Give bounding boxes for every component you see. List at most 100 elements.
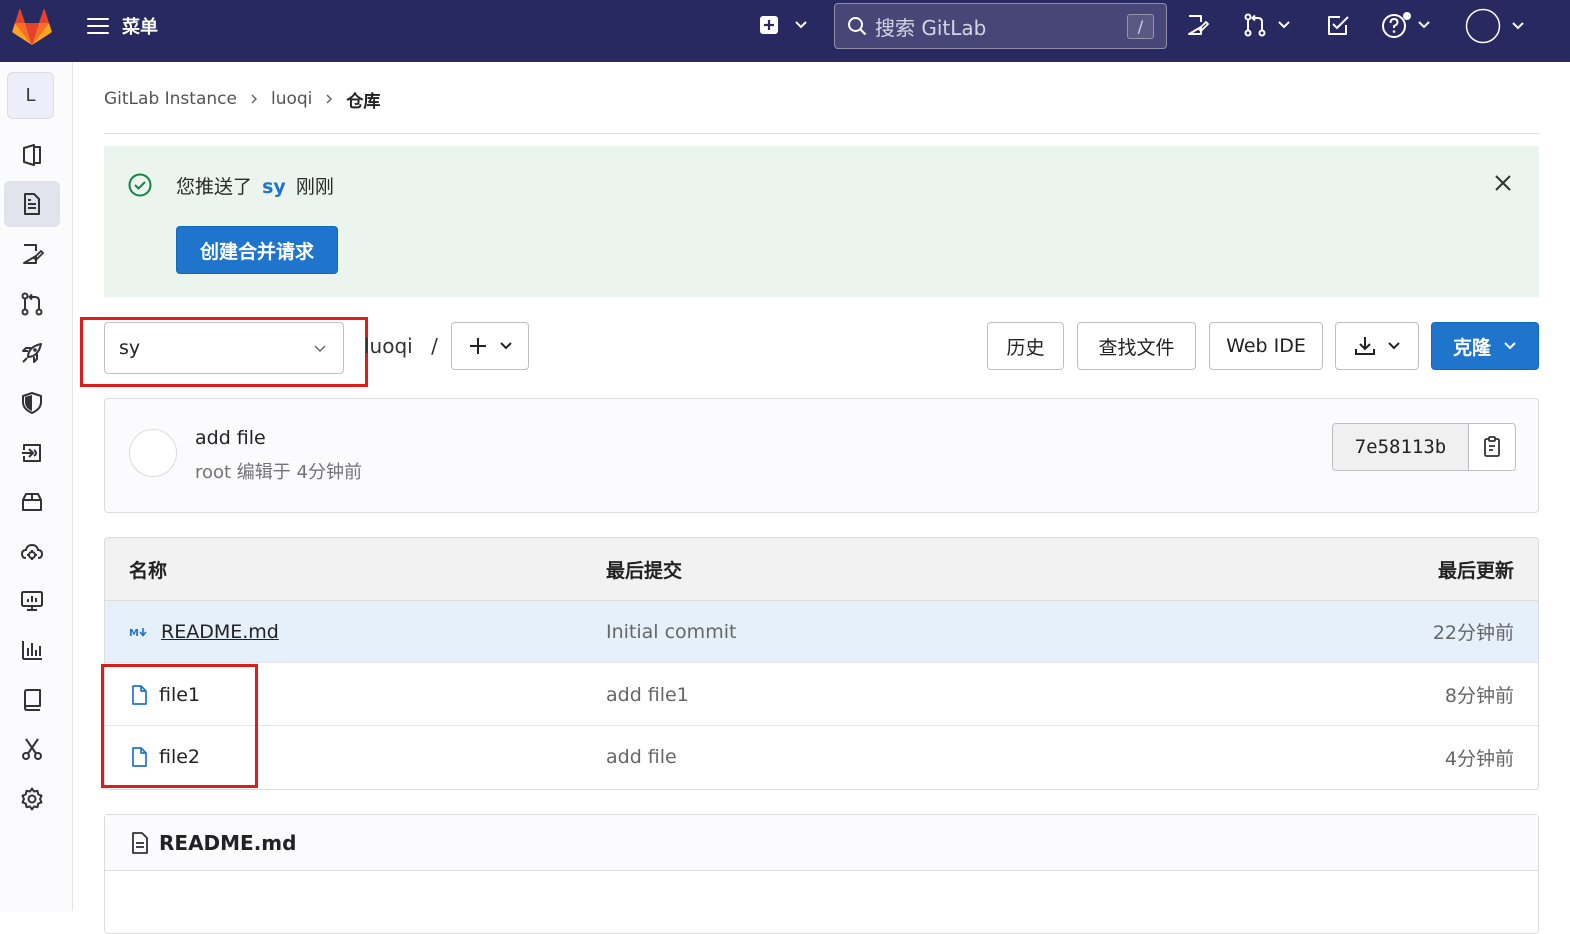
column-header-name: 名称 [129,559,168,582]
issues-icon [1185,13,1209,37]
new-dropdown-button[interactable] [758,14,808,36]
help-question-icon [1381,10,1411,40]
repo-path: luoqi / [364,334,438,358]
book-icon [20,688,44,712]
file-name-link[interactable]: README.md [161,621,279,643]
search-shortcut-badge: / [1127,14,1154,39]
hamburger-icon [86,14,110,38]
file-last-update: 4分钟前 [1444,747,1514,770]
sidebar-item-wiki[interactable] [4,677,60,723]
sidebar-item-packages[interactable] [4,479,60,525]
find-file-button[interactable]: 查找文件 [1077,322,1196,370]
search-icon [847,16,867,36]
breadcrumb-item-instance[interactable]: GitLab Instance [104,89,237,109]
file-last-update: 22分钟前 [1432,622,1514,644]
todo-checkbox-icon [1326,13,1350,37]
create-merge-request-button[interactable]: 创建合并请求 [176,226,338,274]
download-icon [1353,334,1377,358]
sidebar-item-deployments[interactable] [4,430,60,476]
chevron-down-icon [1277,18,1291,32]
chevron-down-icon [1387,339,1401,353]
sidebar-item-ci-cd[interactable] [4,330,60,376]
sidebar-item-monitor[interactable] [4,578,60,624]
sidebar-item-infrastructure[interactable] [4,529,60,575]
deployments-icon [20,441,44,465]
shield-icon [20,391,44,415]
gitlab-logo-icon[interactable] [12,8,52,46]
avatar [1465,8,1501,44]
rocket-icon [20,341,44,365]
sidebar-item-security[interactable] [4,380,60,426]
sidebar-item-merge-requests[interactable] [4,281,60,327]
project-sidebar: L [0,62,73,911]
commit-title[interactable]: add file [195,427,266,449]
merge-request-icon [20,292,44,316]
alert-branch-link[interactable]: sy [262,176,286,198]
todos-nav-button[interactable] [1326,13,1350,37]
search-placeholder: 搜索 GitLab [875,15,987,40]
alert-message: 您推送了 sy 刚刚 [176,172,334,199]
breadcrumb: GitLab Instance luoqi 仓库 [104,85,380,113]
file-last-update: 8分钟前 [1444,685,1514,707]
sidebar-item-repository[interactable] [4,181,60,227]
table-row[interactable]: file2 add file 4分钟前 [105,726,1538,788]
avatar[interactable] [129,429,177,477]
main-menu-toggle[interactable]: 菜单 [86,13,158,39]
sidebar-item-project-overview[interactable] [4,132,60,178]
history-button[interactable]: 历史 [987,322,1064,370]
repo-path-project-link[interactable]: luoqi [364,334,413,358]
user-menu-button[interactable] [1465,8,1525,44]
plus-square-icon [758,14,780,36]
menu-label: 菜单 [122,17,158,38]
commit-sha-group: 7e58113b [1332,423,1516,471]
project-icon [20,143,44,167]
table-row[interactable]: M README.md Initial commit 22分钟前 [105,601,1538,663]
readme-title[interactable]: README.md [159,831,296,855]
push-success-alert: 您推送了 sy 刚刚 创建合并请求 [104,146,1539,297]
annotation-highlight-box [101,664,258,788]
file-tree-table: 名称 最后提交 最后更新 M README.md Initial commit … [104,537,1539,790]
breadcrumb-item-project[interactable]: luoqi [271,89,312,109]
gear-icon [20,787,44,811]
table-row[interactable]: file1 add file1 8分钟前 [105,664,1538,726]
chevron-down-icon [1503,339,1517,353]
clone-dropdown-button[interactable]: 克隆 [1431,322,1539,370]
sidebar-item-analytics[interactable] [4,627,60,673]
scissors-icon [20,737,44,761]
project-avatar[interactable]: L [7,72,54,119]
readme-header: README.md [105,815,1538,871]
commit-meta: root 编辑于 4分钟前 [195,462,362,483]
sidebar-item-settings[interactable] [4,776,60,822]
sidebar-item-issues[interactable] [4,231,60,277]
web-ide-button[interactable]: Web IDE [1209,322,1323,370]
issues-nav-button[interactable] [1185,13,1209,37]
alert-suffix: 刚刚 [295,176,334,198]
chevron-down-icon [1417,18,1431,32]
last-commit-panel: add file root 编辑于 4分钟前 7e58113b [104,398,1539,513]
file-last-commit[interactable]: add file [606,726,677,788]
cloud-gear-icon [20,540,44,564]
copy-sha-button[interactable] [1469,424,1515,470]
commit-sha[interactable]: 7e58113b [1333,424,1469,470]
table-header: 名称 最后提交 最后更新 [105,538,1538,601]
document-icon [129,831,151,855]
divider [104,133,1539,134]
breadcrumb-item-current[interactable]: 仓库 [346,87,380,112]
chevron-right-icon [249,93,259,105]
column-header-last-commit: 最后提交 [606,559,683,582]
download-dropdown-button[interactable] [1335,322,1419,370]
issues-icon [20,242,44,266]
file-last-commit[interactable]: add file1 [606,664,689,725]
search-input[interactable]: 搜索 GitLab / [834,3,1167,49]
file-name-cell: M README.md [129,601,279,662]
file-last-commit[interactable]: Initial commit [606,601,736,662]
top-navbar: 菜单 搜索 GitLab / [0,0,1570,62]
chevron-down-icon [794,18,808,32]
sidebar-item-snippets[interactable] [4,726,60,772]
merge-request-icon [1243,13,1267,37]
help-dropdown-button[interactable] [1381,10,1431,40]
close-icon[interactable] [1492,172,1514,194]
merge-requests-nav-button[interactable] [1243,13,1291,37]
add-to-tree-button[interactable] [451,322,529,370]
svg-text:M: M [129,628,139,639]
